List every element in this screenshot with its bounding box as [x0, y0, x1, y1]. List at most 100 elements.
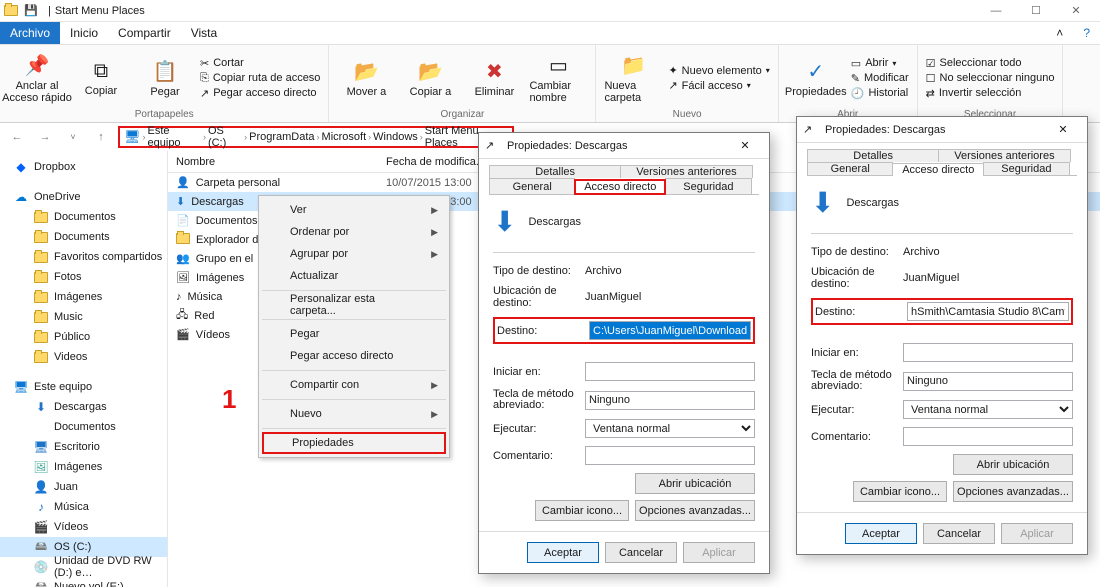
menu-customize[interactable]: Personalizar esta carpeta... [262, 294, 446, 316]
nav-item[interactable]: ♪Música [0, 497, 167, 517]
nav-thispc[interactable]: 🖥Este equipo [0, 377, 167, 397]
menu-group[interactable]: Agrupar por▶ [262, 243, 446, 265]
nav-item[interactable]: Fotos [0, 267, 167, 287]
crumb[interactable]: ProgramData [249, 131, 314, 143]
tab-detalles[interactable]: Detalles [489, 165, 621, 178]
dialog-close[interactable]: ✕ [727, 133, 763, 158]
breadcrumb[interactable]: 🖥 › Este equipo› OS (C:)› ProgramData› M… [118, 126, 514, 148]
ok-button[interactable]: Aceptar [527, 542, 599, 563]
menu-properties[interactable]: Propiedades [262, 432, 446, 454]
ok-button[interactable]: Aceptar [845, 523, 917, 544]
nav-item[interactable]: Público [0, 327, 167, 347]
tab-versiones[interactable]: Versiones anteriores [620, 165, 752, 178]
nav-item[interactable]: Documents [0, 227, 167, 247]
tab-archivo[interactable]: Archivo [0, 22, 60, 44]
nav-up[interactable]: ↑ [90, 126, 112, 148]
changeicon-button[interactable]: Cambiar icono... [853, 481, 947, 502]
nav-dropbox[interactable]: ◆Dropbox [0, 157, 167, 177]
moveto-button[interactable]: 📂Mover a [337, 49, 395, 107]
startin-input[interactable] [903, 343, 1073, 362]
comment-input[interactable] [903, 427, 1073, 446]
invertsel-button[interactable]: ⇄Invertir selección [926, 87, 1055, 100]
newitem-button[interactable]: ✦Nuevo elemento▾ [668, 64, 769, 77]
nav-back[interactable]: ← [6, 126, 28, 148]
delete-button[interactable]: ✖Eliminar [465, 49, 523, 107]
nav-item[interactable]: Documentos [0, 207, 167, 227]
rename-button[interactable]: ▭Cambiar nombre [529, 49, 587, 107]
target-input[interactable] [589, 321, 751, 340]
nav-item[interactable]: Favoritos compartidos [0, 247, 167, 267]
edit-button[interactable]: ✎Modificar [851, 72, 909, 85]
nav-onedrive[interactable]: ☁OneDrive [0, 187, 167, 207]
nav-item[interactable]: Imágenes [0, 287, 167, 307]
tab-general[interactable]: General [807, 162, 893, 175]
menu-paste[interactable]: Pegar [262, 323, 446, 345]
crumb[interactable]: Windows [373, 131, 418, 143]
newfolder-button[interactable]: 📁Nueva carpeta [604, 49, 662, 107]
selectall-button[interactable]: ☑Seleccionar todo [926, 57, 1055, 70]
tab-seguridad[interactable]: Seguridad [983, 162, 1069, 175]
menu-sort[interactable]: Ordenar por▶ [262, 221, 446, 243]
nav-item[interactable]: Music [0, 307, 167, 327]
copyto-button[interactable]: 📂Copiar a [401, 49, 459, 107]
tab-compartir[interactable]: Compartir [108, 22, 181, 44]
crumb[interactable]: OS (C:) [208, 125, 242, 149]
tab-versiones[interactable]: Versiones anteriores [938, 149, 1070, 162]
menu-sharewith[interactable]: Compartir con▶ [262, 374, 446, 396]
tab-acceso-directo[interactable]: Acceso directo [574, 179, 666, 195]
col-date[interactable]: Fecha de modifica... [386, 156, 485, 168]
nav-item[interactable]: ⬇Descargas [0, 397, 167, 417]
startin-input[interactable] [585, 362, 755, 381]
tab-vista[interactable]: Vista [181, 22, 227, 44]
copypath-button[interactable]: ⎘Copiar ruta de acceso [200, 72, 320, 85]
selectnone-button[interactable]: ☐No seleccionar ninguno [926, 72, 1055, 85]
history-button[interactable]: 🕘Historial [851, 87, 909, 100]
nav-item[interactable]: 💿Unidad de DVD RW (D:) e… [0, 557, 167, 577]
target-input[interactable] [907, 302, 1069, 321]
nav-item[interactable]: Videos [0, 347, 167, 367]
menu-new[interactable]: Nuevo▶ [262, 403, 446, 425]
minimize-button[interactable]: — [976, 0, 1016, 21]
advanced-button[interactable]: Opciones avanzadas... [953, 481, 1073, 502]
nav-item[interactable]: 🖥Escritorio [0, 437, 167, 457]
nav-item[interactable]: 🎬Vídeos [0, 517, 167, 537]
crumb[interactable]: Microsoft [322, 131, 367, 143]
pin-button[interactable]: 📌Anclar al Acceso rápido [8, 49, 66, 107]
paste-button[interactable]: 📋Pegar [136, 49, 194, 107]
cancel-button[interactable]: Cancelar [605, 542, 677, 563]
easyaccess-button[interactable]: ↗Fácil acceso▾ [668, 79, 769, 92]
menu-refresh[interactable]: Actualizar [262, 265, 446, 287]
menu-view[interactable]: Ver▶ [262, 199, 446, 221]
tab-seguridad[interactable]: Seguridad [665, 178, 751, 194]
nav-osdrive[interactable]: 🖴OS (C:) [0, 537, 167, 557]
shortcutkey-input[interactable] [903, 372, 1073, 391]
menu-pasteshortcut[interactable]: Pegar acceso directo [262, 345, 446, 367]
tab-general[interactable]: General [489, 178, 575, 194]
ribbon-collapse[interactable]: ˄ [1046, 22, 1073, 44]
open-button[interactable]: ▭Abrir▾ [851, 57, 909, 70]
tab-inicio[interactable]: Inicio [60, 22, 108, 44]
close-button[interactable]: ✕ [1056, 0, 1096, 21]
nav-item[interactable]: 🖼Imágenes [0, 457, 167, 477]
apply-button[interactable]: Aplicar [1001, 523, 1073, 544]
comment-input[interactable] [585, 446, 755, 465]
run-select[interactable]: Ventana normal [585, 419, 755, 438]
openlocation-button[interactable]: Abrir ubicación [635, 473, 755, 494]
properties-button[interactable]: ✓Propiedades [787, 49, 845, 107]
nav-recent[interactable]: ˅ [62, 126, 84, 148]
tab-acceso-directo[interactable]: Acceso directo [892, 163, 984, 176]
cut-button[interactable]: ✂Cortar [200, 57, 320, 70]
advanced-button[interactable]: Opciones avanzadas... [635, 500, 755, 521]
apply-button[interactable]: Aplicar [683, 542, 755, 563]
dialog-close[interactable]: ✕ [1045, 117, 1081, 142]
maximize-button[interactable]: ☐ [1016, 0, 1056, 21]
nav-forward[interactable]: → [34, 126, 56, 148]
tab-detalles[interactable]: Detalles [807, 149, 939, 162]
col-name[interactable]: Nombre [176, 156, 386, 168]
copy-button[interactable]: ⧉Copiar [72, 49, 130, 107]
save-icon[interactable]: 💾 [24, 4, 38, 18]
cancel-button[interactable]: Cancelar [923, 523, 995, 544]
run-select[interactable]: Ventana normal [903, 400, 1073, 419]
nav-item[interactable]: 👤Juan [0, 477, 167, 497]
changeicon-button[interactable]: Cambiar icono... [535, 500, 629, 521]
